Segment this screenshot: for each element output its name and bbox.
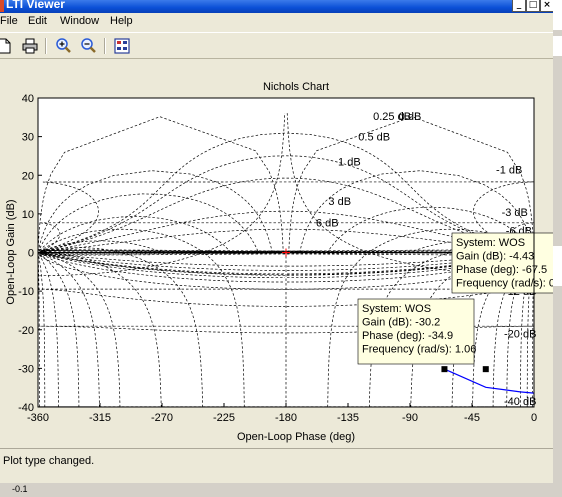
datatip-line: Phase (deg): -34.9 — [362, 330, 453, 342]
x-tick-label: -225 — [213, 412, 235, 424]
lti-viewer-window: LTI Viewer _ □ × File Edit Window Help 0… — [0, 0, 553, 483]
contour-label: -20 dB — [504, 328, 536, 340]
datatip-line: System: WOS — [456, 237, 525, 249]
background-tick-label: -0.1 — [12, 484, 28, 494]
datatip-line: Frequency (rad/s): 1.06 — [362, 344, 476, 356]
datatip-line: System: WOS — [362, 303, 431, 315]
y-axis-label: Open-Loop Gain (dB) — [5, 199, 17, 304]
contour-label: 1 dB — [338, 157, 361, 169]
x-tick-label: -180 — [275, 412, 297, 424]
datatip[interactable]: System: WOS Gain (dB): -30.2Phase (deg): … — [357, 298, 476, 365]
chart-title: Nichols Chart — [263, 81, 329, 93]
x-tick-label: -315 — [89, 412, 111, 424]
contour-label: 0.25 dB — [373, 111, 411, 123]
datatip-line: Gain (dB): -4.43 — [456, 251, 534, 263]
y-tick-label: 20 — [22, 170, 34, 182]
contour-label: 0.5 dB — [358, 131, 390, 143]
datatip-line: Gain (dB): -30.2 — [362, 317, 440, 329]
contour-label: 3 dB — [328, 196, 351, 208]
y-tick-label: 30 — [22, 132, 34, 144]
y-tick-label: 40 — [22, 93, 34, 105]
datatip-marker[interactable] — [482, 366, 489, 373]
x-tick-label: -270 — [151, 412, 173, 424]
contour-label: -1 dB — [496, 164, 522, 176]
y-tick-label: -30 — [18, 363, 34, 375]
x-tick-label: -135 — [337, 412, 359, 424]
y-tick-label: -10 — [18, 286, 34, 298]
x-tick-label: 0 — [531, 412, 537, 424]
contour-label: -3 dB — [502, 207, 528, 219]
background-window-edge — [553, 0, 562, 497]
background-window-bottom: -0.1 — [0, 483, 553, 497]
y-tick-label: -40 — [18, 402, 34, 414]
datatip[interactable]: System: WOS Gain (dB): -4.43Phase (deg): … — [451, 232, 553, 294]
x-tick-label: -45 — [464, 412, 480, 424]
status-text: Plot type changed. — [3, 455, 95, 467]
nichols-chart: 0 dB0.25 dB0.5 dB1 dB3 dB6 dB-1 dB-3 dB-… — [5, 81, 553, 443]
datatip-line: Frequency (rad/s): 0 — [456, 278, 553, 290]
y-tick-label: 10 — [22, 209, 34, 221]
datatip-line: Phase (deg): -67.5 — [456, 264, 547, 276]
contour-label: 6 dB — [316, 218, 339, 230]
x-axis-label: Open-Loop Phase (deg) — [237, 431, 355, 443]
status-bar: Plot type changed. — [0, 448, 553, 475]
datatip-marker[interactable] — [441, 366, 448, 373]
y-tick-label: -20 — [18, 325, 34, 337]
x-tick-label: -90 — [402, 412, 418, 424]
y-tick-label: 0 — [28, 248, 34, 260]
contour-label: -40 dB — [504, 396, 536, 408]
